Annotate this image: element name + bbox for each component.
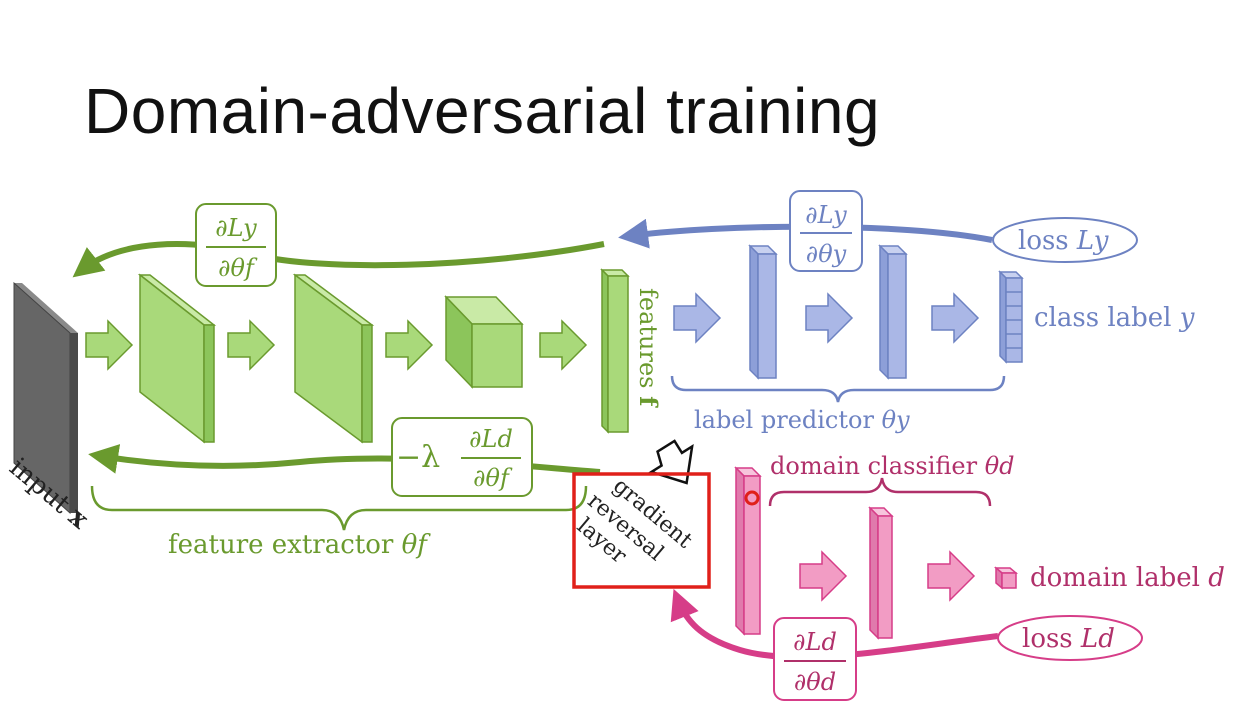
svg-text:−λ: −λ [396,440,440,475]
domain-label-text: domain label d [1030,563,1225,593]
features-label: features f [634,288,663,408]
loss-y-label: loss Ly [1018,226,1109,256]
grl-hollow-arrow [648,439,694,485]
svg-text:∂Ld: ∂Ld [793,628,837,656]
domain-adversarial-diagram: input x features f feature extractor θf … [4,190,1225,701]
svg-text:∂Ld: ∂Ld [469,425,513,453]
gradient-box-dLy-dtheta-f: ∂Ly ∂θf [195,203,277,287]
feature-extractor-label: feature extractor θf [168,530,431,560]
loss-d-label: loss Ld [1022,624,1115,654]
svg-text:∂θd: ∂θd [794,668,836,696]
svg-text:∂θf: ∂θf [218,254,258,282]
svg-text:∂Ly: ∂Ly [215,214,257,242]
label-predictor-brace [670,375,1006,403]
feature-extractor-block [85,268,630,444]
label-predictor-label: label predictor θy [694,406,910,434]
domain-classifier-brace [768,477,992,507]
gradient-box-neg-lambda-dLd-dtheta-f: −λ ∂Ld ∂θf [391,417,533,497]
gradient-box-dLy-dtheta-y: ∂Ly ∂θy [789,190,863,272]
svg-text:∂Ly: ∂Ly [805,201,847,229]
slide: Domain-adversarial training input x feat… [0,0,1246,728]
gradient-box-dLd-dtheta-d: ∂Ld ∂θd [773,617,857,701]
gradient-arrow-top-green [72,241,605,278]
svg-text:∂θy: ∂θy [806,240,847,268]
class-label-text: class label y [1034,303,1195,333]
svg-text:∂θf: ∂θf [473,464,513,492]
domain-classifier-label: domain classifier θd [770,452,1015,480]
